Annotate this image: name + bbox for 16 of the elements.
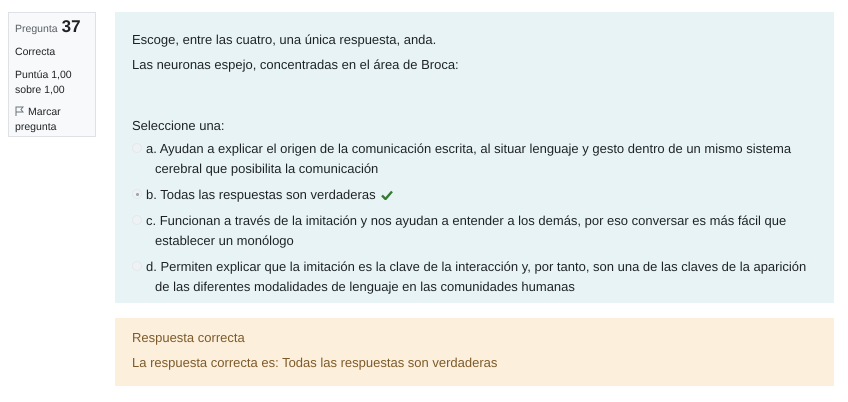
- question-state: Correcta: [15, 44, 56, 60]
- select-prompt: Seleccione una:: [132, 117, 226, 134]
- feedback-status: Respuesta correcta: [132, 329, 246, 346]
- question-label: Pregunta: [15, 22, 58, 37]
- answer-option: a. Ayudan a explicar el origen de la comunicación escrita, al situar lenguaje y gesto dentro de un mismo sistema cerebral que posibilita la comunicación: [146, 139, 809, 179]
- radio-button[interactable]: [132, 189, 142, 199]
- question-text: Las neuronas espejo, concentradas en el área de Broca:: [132, 56, 460, 73]
- answer-option: b. Todas las respuestas son verdaderas: [146, 185, 393, 205]
- question-instruction: Escoge, entre las cuatro, una única respuesta, anda.: [132, 31, 438, 48]
- answer-option: d. Permiten explicar que la imitación es la clave de la interacción y, por tanto, son una de las claves de la aparición de las diferentes modalidades de lenguaje en las comunidades humanas: [146, 257, 809, 297]
- question-number: 37: [62, 18, 81, 35]
- flag-icon: [15, 106, 24, 116]
- correct-answer-text: La respuesta correcta es: Todas las respuestas son verdaderas: [132, 354, 498, 371]
- question-grade: Puntúa 1,00 sobre 1,00: [15, 68, 73, 98]
- answer-option: c. Funcionan a través de la imitación y nos ayudan a entender a los demás, por eso conversar es más fácil que establecer un monólogo: [146, 211, 809, 251]
- flag-question-button[interactable]: Marcar pregunta: [15, 104, 89, 134]
